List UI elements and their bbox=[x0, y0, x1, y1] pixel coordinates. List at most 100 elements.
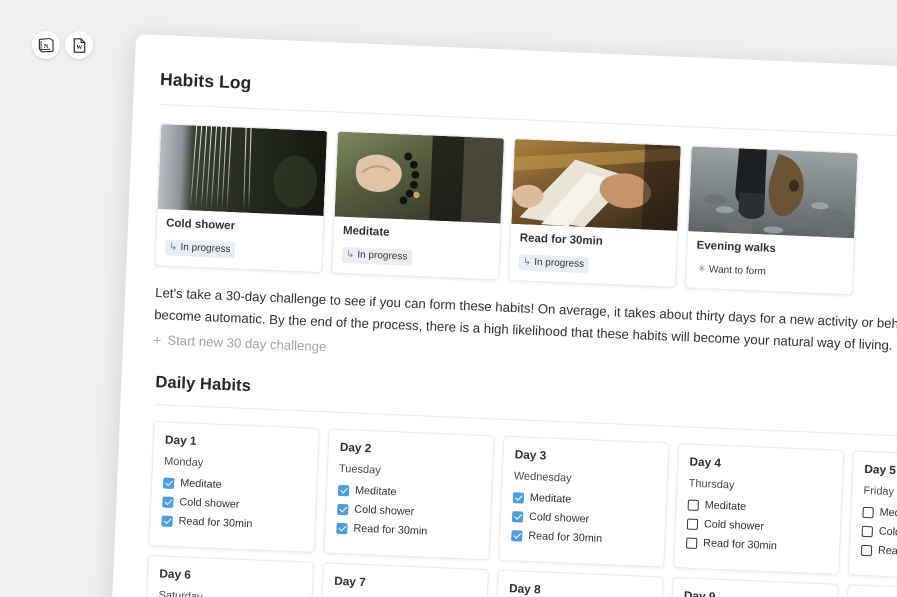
todo-item[interactable]: Read for 30min bbox=[860, 544, 897, 562]
checkbox-icon[interactable] bbox=[336, 522, 348, 534]
status-badge-label: In progress bbox=[533, 256, 585, 270]
checkbox-icon[interactable] bbox=[511, 510, 524, 523]
todo-item[interactable]: Cold shower bbox=[162, 496, 304, 514]
subtask-arrow-icon: ↳ bbox=[522, 256, 532, 268]
checkbox-icon[interactable] bbox=[162, 496, 174, 508]
checkbox-icon[interactable] bbox=[163, 477, 175, 489]
evening-walk-boots-photo bbox=[688, 146, 858, 239]
day-weekday: Friday bbox=[863, 484, 895, 499]
cold-shower-photo bbox=[157, 124, 328, 217]
day-weekday: Wednesday bbox=[513, 470, 572, 485]
todo-item[interactable]: Meditate bbox=[163, 477, 305, 495]
todo-item[interactable]: Cold shower bbox=[511, 510, 654, 528]
todo-item[interactable]: Read for 30min bbox=[336, 522, 478, 540]
day-title: Day 2 bbox=[339, 439, 372, 456]
day-card[interactable]: Day 1 Monday Meditate Cold shower Read f… bbox=[148, 421, 320, 553]
habit-card-body: Evening walks ✳ Want to form bbox=[686, 231, 854, 294]
day-title: Day 4 bbox=[689, 454, 722, 470]
todo-item[interactable]: Meditate bbox=[337, 484, 480, 502]
todo-label: Read for 30min bbox=[528, 529, 603, 545]
habit-name: Read for 30min bbox=[519, 232, 604, 248]
habit-card[interactable]: Meditate ↳ In progress bbox=[331, 130, 505, 281]
checkbox-icon[interactable] bbox=[861, 525, 874, 537]
habit-card[interactable]: Cold shower ↳ In progress bbox=[154, 123, 329, 274]
status-badge-label: Want to form bbox=[708, 263, 767, 278]
day-card[interactable]: Day 10 Wednesday Meditate Cold shower Re… bbox=[842, 584, 897, 597]
day-title: Day 7 bbox=[333, 573, 367, 590]
day-card[interactable]: Day 3 Wednesday Meditate Cold shower Rea… bbox=[498, 435, 670, 568]
meditation-hands-photo bbox=[334, 131, 504, 224]
sparkle-icon: ✳ bbox=[697, 263, 707, 276]
day-title: Day 5 bbox=[864, 461, 897, 478]
checkbox-icon[interactable] bbox=[686, 518, 699, 530]
todo-item[interactable]: Meditate bbox=[862, 506, 897, 524]
todo-label: Meditate bbox=[529, 491, 572, 506]
day-weekday: Monday bbox=[163, 455, 204, 470]
day-weekday: Tuesday bbox=[338, 462, 381, 477]
todo-label: Meditate bbox=[179, 477, 222, 491]
habits-log-document: Habits Log Cold shower ↳ In progress Med… bbox=[106, 34, 897, 597]
todo-item[interactable]: Meditate bbox=[687, 499, 830, 517]
status-badge: ✳ Want to form bbox=[695, 261, 771, 281]
todo-label: Meditate bbox=[879, 506, 897, 521]
day-card[interactable]: Day 6 Saturday Meditate Cold shower Read… bbox=[142, 554, 315, 597]
todo-item[interactable]: Cold shower bbox=[861, 525, 897, 543]
reading-book-photo bbox=[511, 138, 681, 231]
todo-label: Cold shower bbox=[878, 525, 897, 541]
habit-name: Meditate bbox=[342, 224, 390, 239]
status-badge: ↳ In progress bbox=[164, 239, 236, 259]
day-card[interactable]: Day 7 Sunday Meditate Cold shower Read f… bbox=[317, 562, 489, 597]
todo-label: Read for 30min bbox=[178, 515, 253, 531]
day-title: Day 1 bbox=[164, 432, 197, 448]
status-badge-label: In progress bbox=[357, 249, 408, 263]
checkbox-icon[interactable] bbox=[337, 503, 349, 515]
todo-item[interactable]: Cold shower bbox=[686, 518, 829, 536]
todo-label: Cold shower bbox=[179, 496, 240, 511]
todo-item[interactable]: Meditate bbox=[512, 491, 655, 509]
svg-text:N: N bbox=[43, 43, 48, 49]
todo-label: Cold shower bbox=[703, 518, 765, 533]
habit-card[interactable]: Read for 30min ↳ In progress bbox=[507, 137, 682, 289]
start-new-challenge-label: Start new 30 day challenge bbox=[167, 332, 327, 355]
status-badge: ↳ In progress bbox=[341, 246, 413, 267]
habit-name: Evening walks bbox=[696, 239, 777, 255]
todo-label: Read for 30min bbox=[702, 537, 778, 553]
checkbox-icon[interactable] bbox=[337, 484, 350, 496]
document-canvas: Habits Log Cold shower ↳ In progress Med… bbox=[106, 34, 897, 597]
habit-gallery: Cold shower ↳ In progress Meditate ↳ In … bbox=[152, 123, 897, 302]
todo-item[interactable]: Read for 30min bbox=[685, 536, 828, 554]
checkbox-icon[interactable] bbox=[860, 544, 873, 556]
todo-label: Meditate bbox=[354, 484, 397, 499]
plus-icon: + bbox=[152, 331, 162, 348]
status-badge: ↳ In progress bbox=[518, 253, 590, 274]
day-title: Day 3 bbox=[514, 447, 547, 463]
daily-habits-grid: Day 1 Monday Meditate Cold shower Read f… bbox=[135, 421, 897, 597]
day-title: Day 6 bbox=[159, 566, 192, 582]
todo-item[interactable]: Read for 30min bbox=[511, 529, 653, 547]
day-card[interactable]: Day 4 Thursday Meditate Cold shower Read… bbox=[673, 443, 845, 575]
day-card[interactable]: Day 9 Tuesday Meditate Cold shower Read … bbox=[667, 576, 839, 597]
checkbox-icon[interactable] bbox=[862, 506, 874, 518]
subtask-arrow-icon: ↳ bbox=[345, 248, 355, 261]
subtask-arrow-icon: ↳ bbox=[168, 241, 178, 253]
app-icon-row: N W bbox=[32, 31, 93, 59]
word-app-icon[interactable]: W bbox=[65, 31, 93, 59]
habit-card-body: Read for 30min ↳ In progress bbox=[509, 224, 677, 287]
checkbox-icon[interactable] bbox=[511, 529, 523, 542]
day-card[interactable]: Day 5 Friday Meditate Cold shower Read f… bbox=[847, 450, 897, 583]
day-title: Day 9 bbox=[683, 588, 716, 597]
checkbox-icon[interactable] bbox=[687, 499, 700, 511]
todo-item[interactable]: Read for 30min bbox=[161, 515, 303, 533]
status-badge-label: In progress bbox=[180, 241, 231, 255]
screen: N W Habits Log Cold shower ↳ In progress… bbox=[0, 0, 897, 597]
day-card[interactable]: Day 2 Tuesday Meditate Cold shower Read … bbox=[323, 428, 495, 561]
notion-app-icon[interactable]: N bbox=[32, 31, 60, 59]
checkbox-icon[interactable] bbox=[161, 515, 173, 527]
day-card[interactable]: Day 8 Monday Meditate Cold shower Read f… bbox=[492, 569, 664, 597]
todo-label: Cold shower bbox=[354, 503, 415, 519]
todo-item[interactable]: Cold shower bbox=[337, 503, 479, 521]
checkbox-icon[interactable] bbox=[512, 491, 525, 504]
checkbox-icon[interactable] bbox=[685, 536, 698, 549]
habit-card[interactable]: Evening walks ✳ Want to form bbox=[684, 145, 859, 296]
todo-label: Read for 30min bbox=[353, 522, 428, 538]
